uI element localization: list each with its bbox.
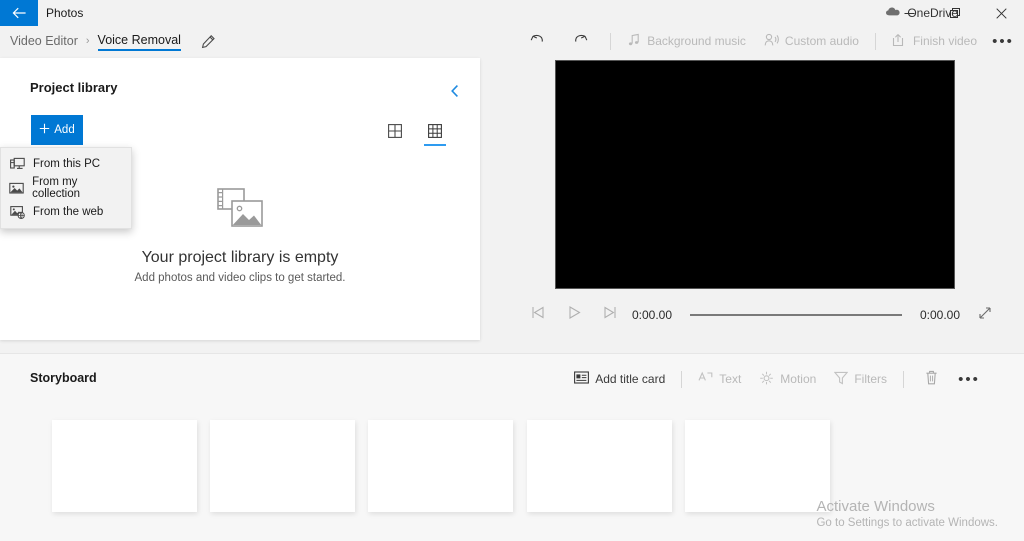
text-icon [698,371,713,387]
music-note-icon [627,33,641,50]
toolbar-divider-1 [610,32,612,50]
trash-icon [925,370,938,388]
navigation-row: Video Editor › Voice Removal Background … [0,26,1024,56]
add-button-label: Add [54,124,75,136]
app-title: Photos [46,6,84,20]
storyboard-card[interactable] [368,420,513,512]
storyboard-card-list [0,412,1024,541]
menu-item-label: From my collection [32,176,81,200]
small-grid-view-button[interactable] [422,116,448,146]
custom-audio-button[interactable]: Custom audio [755,26,868,56]
text-label: Text [719,372,742,386]
title-card-icon [574,371,590,387]
motion-button[interactable]: Motion [750,364,825,394]
storyboard-card[interactable] [527,420,672,512]
play-icon [568,306,581,324]
window-controls [886,0,1024,26]
back-arrow-icon [12,7,27,19]
previous-frame-button[interactable] [520,300,556,330]
menu-item-from-my-collection[interactable]: From my collection [1,176,131,200]
chevron-left-icon[interactable] [442,78,468,104]
export-icon [892,33,907,50]
menu-item-label: From this PC [33,158,101,170]
empty-library-title: Your project library is empty [141,249,339,266]
previous-frame-icon [531,306,545,324]
add-title-card-label: Add title card [595,372,666,386]
menu-item-from-this-pc[interactable]: From this PC [1,152,131,176]
top-toolbar: Background music Custom audio Finish vid… [515,26,1020,56]
toolbar-divider-2 [874,32,876,50]
redo-button[interactable] [559,26,603,56]
breadcrumb-voice-removal[interactable]: Voice Removal [97,33,182,51]
pencil-icon[interactable] [201,34,216,49]
add-button[interactable]: Add [31,115,83,145]
storyboard-title: Storyboard [30,371,97,385]
menu-item-from-the-web[interactable]: From the web [1,200,131,224]
undo-button[interactable] [515,26,559,56]
breadcrumb: Video Editor › Voice Removal [10,26,216,56]
video-preview[interactable] [555,60,955,289]
motion-icon [759,371,774,388]
finish-video-label: Finish video [912,34,977,48]
pc-icon [9,156,25,172]
filters-icon [833,371,849,388]
background-music-button[interactable]: Background music [618,26,755,56]
title-bar: Photos OneDrive [0,0,1024,26]
storyboard-divider-2 [903,370,904,388]
storyboard-card[interactable] [52,420,197,512]
view-toggle-group [382,116,448,146]
undo-icon [529,33,545,50]
maximize-button[interactable] [932,0,978,26]
motion-label: Motion [780,372,817,386]
breadcrumb-video-editor[interactable]: Video Editor [10,34,78,48]
next-frame-icon [603,306,617,324]
storyboard-card[interactable] [210,420,355,512]
project-library-title: Project library [30,80,118,95]
storyboard-divider-1 [681,370,683,388]
seek-slider[interactable] [690,314,902,316]
storyboard-overflow-button[interactable]: ••• [952,364,986,394]
fullscreen-button[interactable] [970,300,1000,330]
finish-video-button[interactable]: Finish video [883,26,986,56]
player-controls: 0:00.00 0:00.00 [520,300,1000,330]
custom-audio-label: Custom audio [784,34,859,48]
plus-icon [39,123,50,137]
large-grid-view-button[interactable] [382,116,408,146]
storyboard-toolbar: Add title card Text Motion Filters ••• [565,364,986,394]
redo-icon [573,33,589,50]
breadcrumb-separator: › [85,35,90,47]
photo-icon [9,180,24,196]
top-toolbar-overflow-button[interactable]: ••• [986,26,1020,56]
media-placeholder-icon [217,188,263,235]
storyboard-section: Storyboard Add title card Text Motion Fi… [0,353,1024,541]
person-audio-icon [764,33,779,50]
close-button[interactable] [978,0,1024,26]
text-button[interactable]: Text [689,364,750,394]
filters-button[interactable]: Filters [825,364,896,394]
storyboard-card[interactable] [685,420,830,512]
photos-video-editor-window: Photos OneDrive Video Editor › Voice Rem… [0,0,1024,541]
play-button[interactable] [556,300,592,330]
menu-item-label: From the web [33,206,104,218]
delete-button[interactable] [911,364,952,394]
add-source-menu: From this PC From my collection From the… [0,147,132,229]
add-title-card-button[interactable]: Add title card [565,364,674,394]
empty-library-subtitle: Add photos and video clips to get starte… [134,272,346,284]
photo-web-icon [9,204,25,220]
total-time-label: 0:00.00 [919,308,961,322]
background-music-label: Background music [647,34,746,48]
minimize-button[interactable] [886,0,932,26]
current-time-label: 0:00.00 [631,308,673,322]
back-button[interactable] [0,0,38,26]
filters-label: Filters [854,372,887,386]
next-frame-button[interactable] [592,300,628,330]
fullscreen-icon [978,306,992,325]
